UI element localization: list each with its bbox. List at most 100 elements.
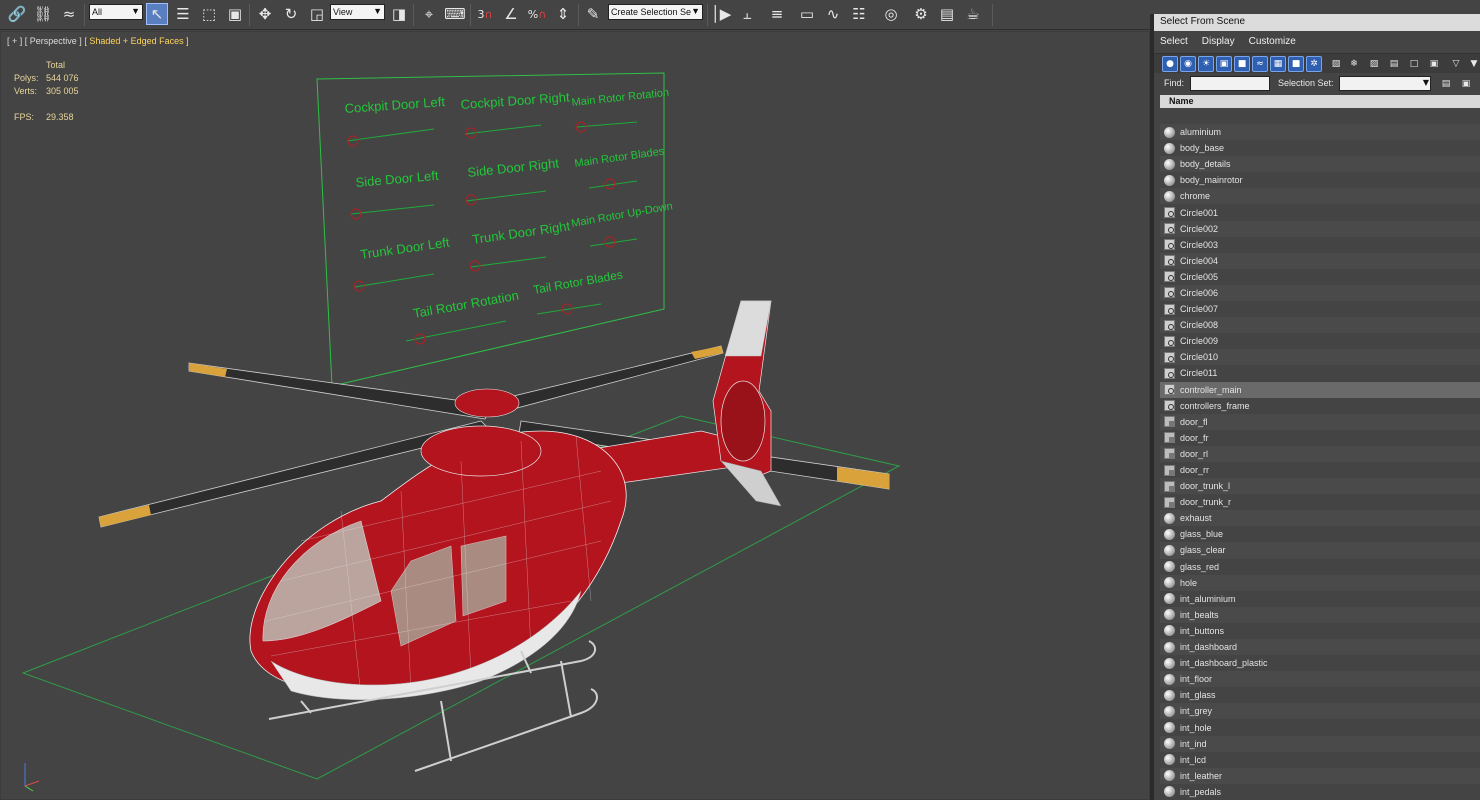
teapot-icon[interactable]: ☕ [962, 3, 984, 25]
move-icon[interactable]: ✥ [254, 3, 276, 25]
spinner-snap-icon[interactable]: ⇕ [552, 3, 574, 25]
keyboard-shortcut-icon[interactable]: ⌨ [444, 3, 466, 25]
display-bones-icon[interactable]: ✲ [1306, 56, 1322, 72]
reference-coord-dropdown[interactable]: View ▼ [330, 4, 385, 20]
list-item[interactable]: door_fl [1160, 413, 1480, 430]
list-item[interactable]: int_aluminium [1160, 590, 1480, 607]
list-item[interactable]: int_lcd [1160, 751, 1480, 768]
find-input[interactable] [1190, 76, 1270, 91]
display-xrefs-icon[interactable]: ■ [1288, 56, 1304, 72]
selection-filter-dropdown[interactable]: All ▼ [89, 4, 143, 20]
select-by-name-icon[interactable]: ☰ [172, 3, 194, 25]
list-item[interactable]: chrome [1160, 188, 1480, 205]
material-editor-icon[interactable]: ◎ [880, 3, 902, 25]
list-item[interactable]: glass_clear [1160, 542, 1480, 559]
list-item[interactable]: controllers_frame [1160, 397, 1480, 414]
menu-customize[interactable]: Customize [1249, 36, 1296, 53]
list-item[interactable]: glass_blue [1160, 526, 1480, 543]
list-item[interactable]: aluminium [1160, 124, 1480, 141]
mirror-icon[interactable]: │▶ [710, 3, 732, 25]
selection-set-edit-icon[interactable]: ▤ [1438, 76, 1454, 92]
perspective-viewport[interactable]: Cockpit Door Left Cockpit Door Right Mai… [0, 31, 1150, 800]
list-item[interactable]: int_ind [1160, 735, 1480, 752]
list-item[interactable]: int_bealts [1160, 606, 1480, 623]
list-item[interactable]: int_glass [1160, 687, 1480, 704]
named-selection-set-dropdown[interactable]: Create Selection Se ▼ [608, 4, 703, 20]
list-item[interactable]: door_trunk_l [1160, 478, 1480, 495]
display-geometry-icon[interactable]: ● [1162, 56, 1178, 72]
display-helpers-icon[interactable]: ■ [1234, 56, 1250, 72]
select-all-icon[interactable]: ▤ [1386, 56, 1402, 72]
menu-select[interactable]: Select [1160, 36, 1188, 53]
viewport-shading-label[interactable]: [ Shaded + Edged Faces ] [84, 36, 188, 46]
pivot-icon[interactable]: ◨ [388, 3, 410, 25]
scale-icon[interactable]: ◲ [306, 3, 328, 25]
percent-snap-icon[interactable]: % ∩ [526, 3, 548, 25]
curve-editor-icon[interactable]: ∿ [822, 3, 844, 25]
list-item[interactable]: int_hole [1160, 719, 1480, 736]
selection-set-add-icon[interactable]: ▣ [1458, 76, 1474, 92]
list-item[interactable]: controller_main [1160, 381, 1480, 398]
list-item[interactable]: door_trunk_r [1160, 494, 1480, 511]
display-frozen-icon[interactable]: ❄ [1346, 56, 1362, 72]
list-item[interactable]: door_fr [1160, 429, 1480, 446]
list-item[interactable]: Circle008 [1160, 317, 1480, 334]
viewport-label[interactable]: [ + ] [ Perspective ] [ Shaded + Edged F… [7, 36, 189, 46]
rect-region-icon[interactable]: ⬚ [198, 3, 220, 25]
angle-snap-icon[interactable]: ∠ [500, 3, 522, 25]
list-item[interactable]: Circle005 [1160, 268, 1480, 285]
scene-object-list[interactable]: aluminium body_base body_details body_mainr… [1160, 124, 1480, 800]
filter-options-icon[interactable]: ▼ [1466, 56, 1480, 72]
edit-named-sel-icon[interactable]: ✎ [582, 3, 604, 25]
menu-display[interactable]: Display [1202, 36, 1235, 53]
list-item[interactable]: Circle010 [1160, 349, 1480, 366]
list-item[interactable]: Circle004 [1160, 252, 1480, 269]
snaps-toggle-icon[interactable]: 3 ∩ [474, 3, 496, 25]
column-header-name[interactable]: Name [1160, 95, 1480, 108]
unlink-icon[interactable]: ⛓ [32, 3, 54, 25]
list-item[interactable]: Circle003 [1160, 236, 1480, 253]
align-icon[interactable]: ⫠ [736, 3, 758, 25]
list-item[interactable]: Circle009 [1160, 333, 1480, 350]
display-cameras-icon[interactable]: ▣ [1216, 56, 1232, 72]
list-item[interactable]: Circle011 [1160, 365, 1480, 382]
select-object-icon[interactable]: ↖ [146, 3, 168, 25]
display-lights-icon[interactable]: ☀ [1198, 56, 1214, 72]
list-item[interactable]: int_dashboard_plastic [1160, 655, 1480, 672]
list-item[interactable]: int_leather [1160, 767, 1480, 784]
list-item[interactable]: Circle006 [1160, 284, 1480, 302]
list-item[interactable]: door_rr [1160, 461, 1480, 479]
filter-icon[interactable]: ▽ [1448, 56, 1464, 72]
select-invert-icon[interactable]: ▣ [1426, 56, 1442, 72]
list-item[interactable]: Circle001 [1160, 204, 1480, 221]
viewport-menu-plus[interactable]: [ + ] [7, 36, 22, 46]
manipulate-icon[interactable]: ⌖ [418, 3, 440, 25]
display-hidden-icon[interactable]: ▨ [1366, 56, 1382, 72]
list-item[interactable]: glass_red [1160, 558, 1480, 575]
bind-spacewarp-icon[interactable]: ≈ [58, 3, 80, 25]
schematic-icon[interactable]: ☷ [848, 3, 870, 25]
list-item[interactable]: int_grey [1160, 703, 1480, 720]
link-icon[interactable]: 🔗 [6, 3, 28, 25]
list-item[interactable]: body_mainrotor [1160, 172, 1480, 189]
select-none-icon[interactable]: □ [1406, 56, 1422, 72]
list-item[interactable]: door_rl [1160, 445, 1480, 462]
list-item[interactable]: int_buttons [1160, 622, 1480, 639]
render-setup-icon[interactable]: ⚙ [910, 3, 932, 25]
list-item[interactable]: hole [1160, 574, 1480, 591]
display-containers-icon[interactable]: ▧ [1328, 56, 1344, 72]
window-crossing-icon[interactable]: ▣ [224, 3, 246, 25]
dialog-title[interactable]: Select From Scene [1154, 14, 1480, 31]
viewport-view-label[interactable]: [ Perspective ] [25, 36, 82, 46]
list-item[interactable]: int_pedals [1160, 783, 1480, 800]
list-item[interactable]: int_dashboard [1160, 639, 1480, 656]
list-item[interactable]: Circle002 [1160, 220, 1480, 237]
layer-manager-icon[interactable]: ≡ [766, 3, 788, 25]
list-item[interactable]: body_details [1160, 156, 1480, 173]
list-item[interactable]: exhaust [1160, 510, 1480, 527]
display-spacewarps-icon[interactable]: ≈ [1252, 56, 1268, 72]
rendered-frame-icon[interactable]: ▤ [936, 3, 958, 25]
display-groups-icon[interactable]: ▦ [1270, 56, 1286, 72]
display-shapes-icon[interactable]: ◉ [1180, 56, 1196, 72]
list-item[interactable]: int_floor [1160, 671, 1480, 688]
